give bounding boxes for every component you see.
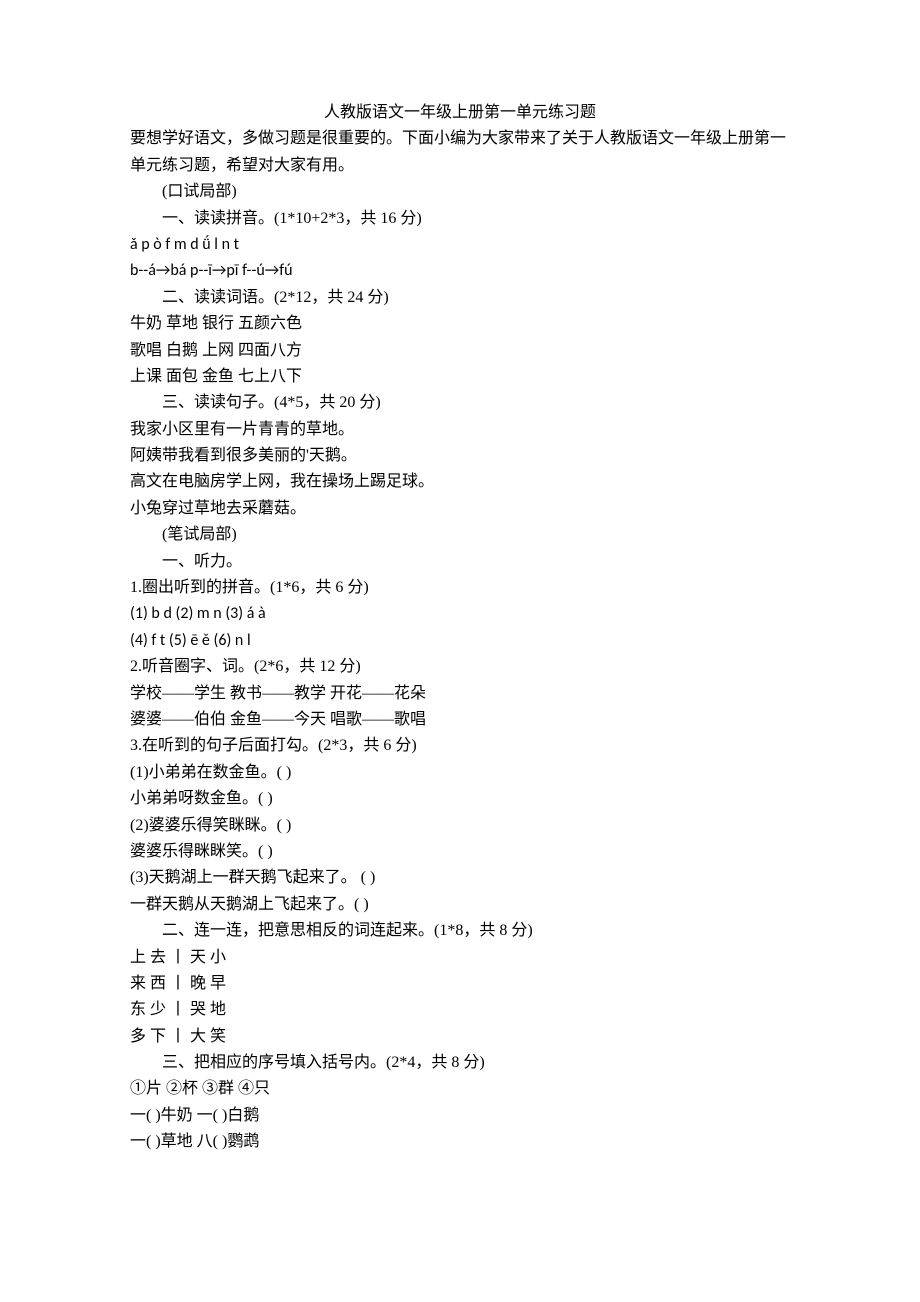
written-sec2-line2: 来 西 丨 晚 早 (130, 971, 790, 997)
written-sec2-heading: 二、连一连，把意思相反的词连起来。(1*8，共 8 分) (130, 918, 790, 944)
written-sec2-line3: 东 少 丨 哭 地 (130, 997, 790, 1023)
written-q3-p2b: 婆婆乐得眯眯笑。( ) (130, 839, 790, 865)
written-q3-p3b: 一群天鹅从天鹅湖上飞起来了。( ) (130, 892, 790, 918)
written-q1-line1: (1) b d (2) m n (3) á à (130, 601, 790, 627)
intro-paragraph: 要想学好语文，多做习题是很重要的。下面小编为大家带来了关于人教版语文一年级上册第… (130, 126, 790, 179)
oral-sec1-pinyin-line2: b--á→bá p--ī→pī f--ú→fú (130, 258, 790, 284)
written-sec3-line1: ①片 ②杯 ③群 ④只 (130, 1076, 790, 1102)
oral-sec3-line4: 小兔穿过草地去采蘑菇。 (130, 496, 790, 522)
written-sec3-line3: 一( )草地 八( )鹦鹉 (130, 1129, 790, 1155)
oral-sec2-line1: 牛奶 草地 银行 五颜六色 (130, 311, 790, 337)
written-sec2-line1: 上 去 丨 天 小 (130, 945, 790, 971)
oral-sec3-heading: 三、读读句子。(4*5，共 20 分) (130, 390, 790, 416)
written-q2-title: 2.听音圈字、词。(2*6，共 12 分) (130, 654, 790, 680)
oral-sec1-heading: 一、读读拼音。(1*10+2*3，共 16 分) (130, 206, 790, 232)
written-q3-p2a: (2)婆婆乐得笑眯眯。( ) (130, 813, 790, 839)
written-q1-line2: (4) f t (5) ē ě (6) n l (130, 628, 790, 654)
written-sec1-heading: 一、听力。 (130, 549, 790, 575)
document-title: 人教版语文一年级上册第一单元练习题 (130, 100, 790, 126)
oral-sec2-line3: 上课 面包 金鱼 七上八下 (130, 364, 790, 390)
oral-section-header: (口试局部) (130, 179, 790, 205)
written-sec3-line2: 一( )牛奶 一( )白鹅 (130, 1103, 790, 1129)
oral-sec3-line3: 高文在电脑房学上网，我在操场上踢足球。 (130, 469, 790, 495)
written-sec2-line4: 多 下 丨 大 笑 (130, 1024, 790, 1050)
oral-sec1-pinyin-line1: ǎ p ò f m d ǘ l n t (130, 232, 790, 258)
written-q3-p3a: (3)天鹅湖上一群天鹅飞起来了。 ( ) (130, 865, 790, 891)
written-q3-p1a: (1)小弟弟在数金鱼。( ) (130, 760, 790, 786)
oral-sec2-line2: 歌唱 白鹅 上网 四面八方 (130, 338, 790, 364)
written-q2-line1: 学校——学生 教书——教学 开花——花朵 (130, 681, 790, 707)
oral-sec3-line1: 我家小区里有一片青青的草地。 (130, 417, 790, 443)
written-sec3-heading: 三、把相应的序号填入括号内。(2*4，共 8 分) (130, 1050, 790, 1076)
written-q3-title: 3.在听到的句子后面打勾。(2*3，共 6 分) (130, 733, 790, 759)
oral-sec2-heading: 二、读读词语。(2*12，共 24 分) (130, 285, 790, 311)
written-section-header: (笔试局部) (130, 522, 790, 548)
written-q1-title: 1.圈出听到的拼音。(1*6，共 6 分) (130, 575, 790, 601)
written-q2-line2: 婆婆——伯伯 金鱼——今天 唱歌——歌唱 (130, 707, 790, 733)
written-q3-p1b: 小弟弟呀数金鱼。( ) (130, 786, 790, 812)
oral-sec3-line2: 阿姨带我看到很多美丽的'天鹅。 (130, 443, 790, 469)
